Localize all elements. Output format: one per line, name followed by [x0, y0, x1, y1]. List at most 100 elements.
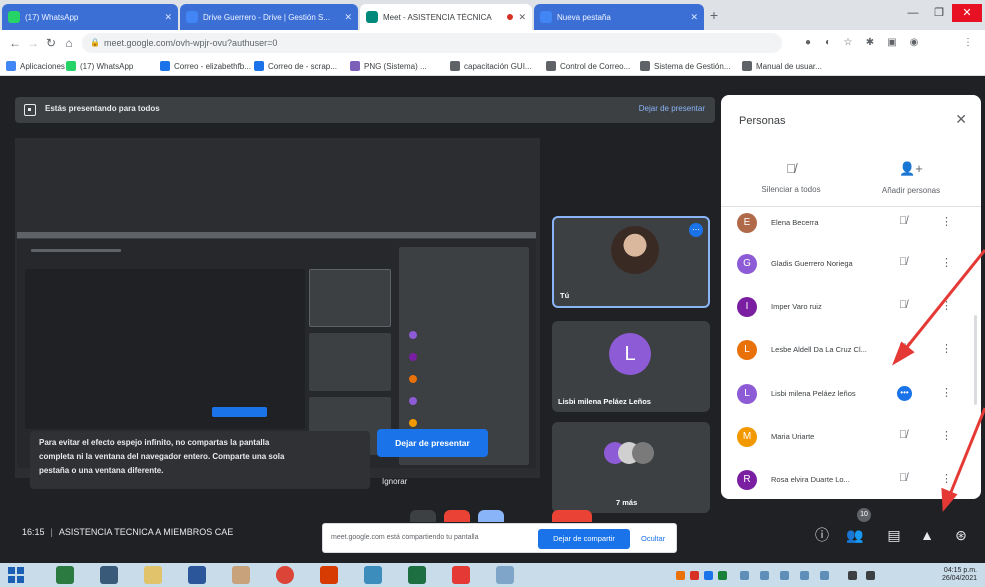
self-tile[interactable]: ⋯ Tú — [552, 216, 710, 308]
participant-name: Imper Varo ruiz — [771, 302, 822, 311]
cast-icon[interactable]: ▣ — [884, 35, 900, 51]
hide-notice-button[interactable]: Ocultar — [641, 534, 665, 543]
bookmark-label: capacitación GUI... — [464, 61, 532, 71]
info-icon[interactable]: ⓘ — [809, 522, 835, 548]
close-window-icon[interactable]: ✕ — [952, 4, 982, 22]
camera-icon[interactable]: ● — [800, 35, 816, 51]
tray-icon[interactable] — [690, 571, 699, 580]
star-icon[interactable]: ☆ — [840, 35, 856, 51]
minimize-icon[interactable]: — — [900, 4, 926, 22]
mute-all-button[interactable]: 🎙̸ Silenciar a todos — [741, 161, 841, 194]
participant-row[interactable]: L Lesbe Aldell Da La Cruz Cl... 🎙̸ ⋮ — [721, 336, 981, 364]
volume-icon[interactable] — [866, 571, 875, 580]
close-tab-icon[interactable]: ✕ — [690, 12, 698, 23]
participant-row[interactable]: G Gladis Guerrero Noriega 🎙̸ ⋮ — [721, 250, 981, 278]
bookmark-apps[interactable]: Aplicaciones — [6, 59, 65, 73]
tab-drive[interactable]: Drive Guerrero - Drive | Gestión S... ✕ — [180, 4, 358, 30]
whatsapp-icon — [8, 11, 20, 23]
menu-kebab-icon[interactable]: ⋮ — [960, 35, 976, 51]
people-icon[interactable]: 👥 — [842, 522, 868, 548]
new-tab-icon[interactable]: + — [706, 7, 722, 23]
extension-icon[interactable]: ✱ — [862, 35, 878, 51]
tray-icon[interactable] — [704, 571, 713, 580]
network-icon[interactable] — [848, 571, 857, 580]
participant-row[interactable]: L Lisbi milena Peláez leños ••• ⋮ — [721, 380, 981, 408]
powerpoint-icon[interactable] — [320, 566, 338, 584]
back-icon[interactable]: ← — [6, 34, 24, 52]
more-options-icon[interactable]: ⋮ — [941, 386, 952, 399]
mic-status-icon[interactable]: ◐ — [820, 35, 836, 51]
leave-call-button[interactable] — [552, 510, 592, 522]
participant-tile[interactable]: L Lisbi milena Peláez Leños — [552, 321, 710, 412]
bookmark-mail-1[interactable]: Correo - elizabethfb... — [160, 59, 251, 73]
bookmark-sistema[interactable]: Sistema de Gestión... — [640, 59, 730, 73]
folder-icon[interactable] — [144, 566, 162, 584]
excel-icon[interactable] — [408, 566, 426, 584]
profile-icon[interactable]: ◉ — [906, 35, 922, 51]
chat-icon[interactable]: ▤ — [881, 522, 907, 548]
maximize-icon[interactable]: ❐ — [926, 4, 952, 22]
camera-button[interactable] — [444, 510, 470, 522]
home-icon[interactable]: ⌂ — [60, 34, 78, 52]
forward-icon[interactable]: → — [24, 34, 42, 52]
lock-settings-icon[interactable]: ⊛ — [948, 522, 974, 548]
app-icon[interactable] — [364, 566, 382, 584]
tray-icon[interactable] — [740, 571, 749, 580]
more-options-icon[interactable]: ⋮ — [941, 472, 952, 485]
participant-row[interactable]: M Maria Uriarte 🎙̸ ⋮ — [721, 423, 981, 451]
ignore-button[interactable]: Ignorar — [382, 477, 482, 486]
present-button[interactable] — [478, 510, 504, 522]
more-options-icon[interactable]: ⋮ — [941, 429, 952, 442]
word-icon[interactable] — [188, 566, 206, 584]
tray-icon[interactable] — [676, 571, 685, 580]
participant-row[interactable]: I Imper Varo ruiz 🎙̸ ⋮ — [721, 293, 981, 321]
tile-options-icon[interactable]: ⋯ — [689, 223, 703, 237]
more-options-icon[interactable]: ⋮ — [941, 299, 952, 312]
more-options-icon[interactable]: ⋮ — [941, 256, 952, 269]
more-options-icon[interactable]: ⋮ — [941, 342, 952, 355]
tray-icon[interactable] — [760, 571, 769, 580]
app-icon[interactable] — [100, 566, 118, 584]
tab-title: Meet - ASISTENCIA TÉCNICA — [383, 12, 492, 22]
taskbar-clock[interactable]: 04:15 p.m. 26/04/2021 — [942, 567, 977, 583]
bookmark-mail-2[interactable]: Correo de - scrap... — [254, 59, 337, 73]
participant-row[interactable]: R Rosa elvira Duarte Lo... 🎙̸ ⋮ — [721, 466, 981, 494]
activities-icon[interactable]: ▲ — [914, 522, 940, 548]
app-icon[interactable] — [56, 566, 74, 584]
bookmark-manual[interactable]: Manual de usuar... — [742, 59, 822, 73]
mic-button[interactable] — [410, 510, 436, 522]
bookmarks-bar: Aplicaciones (17) WhatsApp Correo - eliz… — [0, 56, 985, 76]
warning-line: Para evitar el efecto espejo infinito, n… — [39, 438, 270, 447]
participant-row[interactable]: E Elena Becerra 🎙̸ ⋮ — [721, 209, 981, 237]
close-icon[interactable]: ✕ — [955, 111, 967, 128]
stop-sharing-button[interactable]: Dejar de compartir — [538, 529, 630, 549]
app-icon[interactable] — [496, 566, 514, 584]
more-participants-tile[interactable]: 7 más — [552, 422, 710, 513]
stop-presenting-link[interactable]: Dejar de presentar — [639, 104, 705, 113]
start-button[interactable] — [8, 567, 24, 583]
tab-new[interactable]: Nueva pestaña ✕ — [534, 4, 704, 30]
chrome-icon[interactable] — [276, 566, 294, 584]
close-tab-icon[interactable]: ✕ — [344, 12, 352, 23]
stop-presenting-button[interactable]: Dejar de presentar — [377, 429, 488, 457]
bookmark-png[interactable]: PNG (Sistema) ... — [350, 59, 427, 73]
tray-icon[interactable] — [820, 571, 829, 580]
pdf-icon[interactable] — [452, 566, 470, 584]
tray-icon[interactable] — [718, 571, 727, 580]
tray-icon[interactable] — [800, 571, 809, 580]
url-bar[interactable]: 🔒 meet.google.com/ovh-wpjr-ovu?authuser=… — [82, 33, 782, 53]
tab-whatsapp[interactable]: (17) WhatsApp ✕ — [2, 4, 178, 30]
more-options-icon[interactable]: ⋮ — [941, 215, 952, 228]
presenting-text: Estás presentando para todos — [45, 104, 160, 113]
add-people-button[interactable]: 👤+ Añadir personas — [861, 161, 961, 195]
bookmark-whatsapp[interactable]: (17) WhatsApp — [66, 59, 133, 73]
reload-icon[interactable]: ↻ — [42, 34, 60, 52]
bookmark-capacitacion[interactable]: capacitación GUI... — [450, 59, 532, 73]
mirrored-avatar — [409, 353, 417, 361]
close-tab-icon[interactable]: ✕ — [164, 12, 172, 23]
tray-icon[interactable] — [780, 571, 789, 580]
bookmark-control[interactable]: Control de Correo... — [546, 59, 630, 73]
app-icon[interactable] — [232, 566, 250, 584]
close-tab-icon[interactable]: ✕ — [518, 12, 526, 23]
tab-meet[interactable]: Meet - ASISTENCIA TÉCNICA ✕ — [360, 4, 532, 30]
